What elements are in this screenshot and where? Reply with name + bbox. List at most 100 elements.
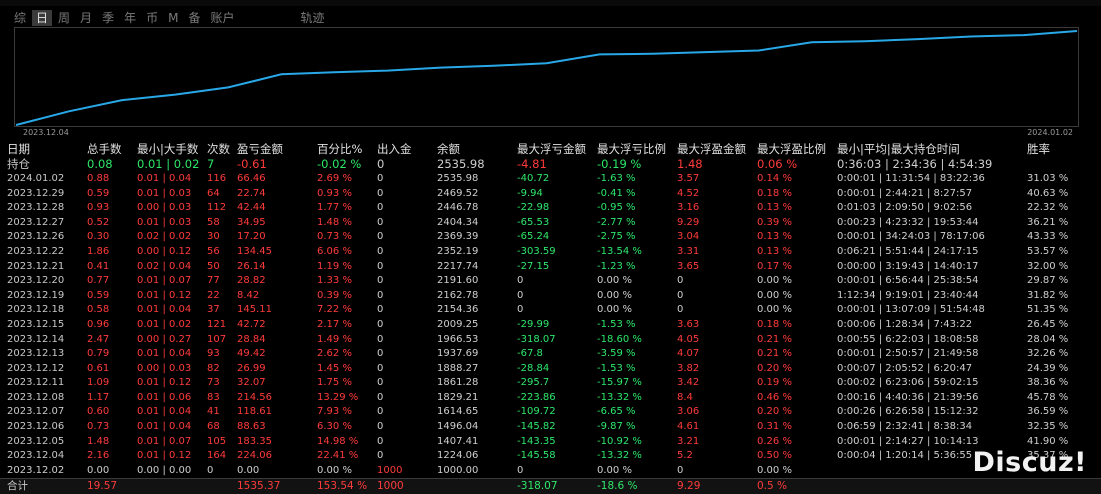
cell-flow: 0 — [377, 421, 384, 433]
cell-max_float_profit: 3.21 — [677, 435, 700, 447]
cell-minmax: 0.01 | 0.03 — [137, 187, 192, 199]
cell-max_float_profit: 5.2 — [677, 450, 693, 462]
cell-max_float_profit_pct: 0.14 % — [757, 172, 792, 184]
cell-max_float_profit: 4.52 — [677, 187, 700, 199]
cell-max_float_loss_pct: -6.65 % — [597, 406, 636, 418]
cell-flow: 0 — [377, 260, 384, 272]
cell-win_rate: 43.33 % — [1027, 231, 1069, 243]
cell-max_float_profit: 3.04 — [677, 231, 700, 243]
cell-pct: -0.02 % — [317, 157, 362, 172]
column-header-balance: 余额 — [437, 142, 460, 156]
cell-max_float_profit_pct: 0.06 % — [757, 157, 798, 172]
top-strip — [0, 0, 1101, 6]
cell-pnl: 8.42 — [237, 289, 260, 301]
cell-date: 2023.12.14 — [7, 333, 65, 345]
cell-max_float_loss: -65.24 — [517, 231, 550, 243]
cell-balance: 1224.06 — [437, 450, 479, 462]
tab-8[interactable]: 备 — [184, 10, 204, 26]
cell-balance: 1966.53 — [437, 333, 479, 345]
cell-lots: 0.58 — [87, 304, 110, 316]
cell-pnl: 28.82 — [237, 275, 266, 287]
cell-win_rate: 51.35 % — [1027, 304, 1069, 316]
tab-1[interactable]: 日 — [32, 10, 53, 26]
cell-hold_time: 0:00:00 | 3:19:43 | 14:40:17 — [837, 260, 979, 272]
cell-pnl: 118.61 — [237, 406, 272, 418]
cell-max_float_loss: -145.58 — [517, 450, 556, 462]
cell-count: 107 — [207, 333, 227, 345]
tab-0[interactable]: 综 — [10, 10, 30, 26]
cell-minmax: 0.02 | 0.04 — [137, 260, 192, 272]
cell-date: 2023.12.21 — [7, 260, 65, 272]
cell-max_float_loss_pct: 0.00 % — [597, 464, 632, 476]
cell-lots: 0.61 — [87, 362, 110, 374]
cell-max_float_profit_pct: 0.21 % — [757, 333, 792, 345]
cell-date: 2023.12.08 — [7, 391, 65, 403]
cell-minmax: 0.01 | 0.03 — [137, 216, 192, 228]
cell-max_float_loss: -143.35 — [517, 435, 556, 447]
cell-pnl: 183.35 — [237, 435, 272, 447]
table-row: 2023.12.15 0.96 0.01 | 0.02 121 42.72 2.17 % 0… — [0, 318, 1101, 333]
cell-minmax: 0.01 | 0.04 — [137, 348, 192, 360]
cell-pnl: 26.99 — [237, 362, 266, 374]
cell-max_float_profit: 3.63 — [677, 318, 700, 330]
cell-max_float_profit: 0 — [677, 289, 684, 301]
cell-hold_time: 0:00:04 | 1:20:14 | 5:36:55 — [837, 450, 973, 462]
table-row: 2023.12.07 0.60 0.01 | 0.04 41 118.61 7.93 % 0… — [0, 405, 1101, 420]
cell-pct: 7.22 % — [317, 304, 352, 316]
tab-2[interactable]: 周 — [54, 10, 74, 26]
column-header-flow: 出入金 — [377, 142, 412, 156]
cell-date: 持仓 — [7, 157, 30, 172]
cell-hold_time: 0:36:03 | 2:34:36 | 4:54:39 — [837, 157, 993, 172]
cell-flow: 0 — [377, 157, 385, 172]
table-row: 2023.12.06 0.73 0.01 | 0.04 68 88.63 6.30 % 0 1… — [0, 420, 1101, 435]
cell-count: 82 — [207, 362, 220, 374]
cell-date: 2023.12.20 — [7, 275, 65, 287]
cell-count: 50 — [207, 260, 220, 272]
cell-flow: 1000 — [377, 480, 404, 493]
tab-6[interactable]: 币 — [142, 10, 162, 26]
table-row: 2023.12.12 0.61 0.00 | 0.03 82 26.99 1.45 % 0 1… — [0, 362, 1101, 377]
cell-max_float_profit_pct: 0.00 % — [757, 304, 792, 316]
cell-pct: 1.19 % — [317, 260, 352, 272]
cell-minmax: 0.01 | 0.04 — [137, 172, 192, 184]
cell-max_float_loss: -318.07 — [517, 333, 556, 345]
cell-lots: 0.77 — [87, 275, 110, 287]
cell-max_float_loss: 0 — [517, 289, 524, 301]
cell-pct: 0.00 % — [317, 464, 352, 476]
x-axis-end-label: 2024.01.02 — [1027, 128, 1073, 137]
cell-pct: 2.69 % — [317, 172, 352, 184]
tab-5[interactable]: 年 — [120, 10, 140, 26]
cell-max_float_loss_pct: -13.54 % — [597, 245, 642, 257]
cell-win_rate: 40.63 % — [1027, 187, 1069, 199]
cell-minmax: 0.00 | 0.03 — [137, 202, 192, 214]
cell-balance: 1937.69 — [437, 348, 479, 360]
tab-3[interactable]: 月 — [76, 10, 96, 26]
cell-max_float_profit_pct: 0.13 % — [757, 202, 792, 214]
tab-trace[interactable]: 轨迹 — [297, 10, 329, 26]
cell-hold_time: 0:06:21 | 5:51:44 | 24:17:15 — [837, 245, 979, 257]
cell-max_float_profit: 4.05 — [677, 333, 700, 345]
cell-date: 2023.12.26 — [7, 231, 65, 243]
cell-date: 2023.12.04 — [7, 450, 65, 462]
cell-flow: 0 — [377, 318, 384, 330]
total-row: 合计 19.57 1535.37 153.54 % 1000 -318.07 -18.6 %… — [0, 478, 1101, 494]
cell-date: 2023.12.19 — [7, 289, 65, 301]
tab-9[interactable]: 账户 — [206, 10, 238, 26]
cell-lots: 1.17 — [87, 391, 110, 403]
cell-balance: 2369.39 — [437, 231, 479, 243]
cell-win_rate: 22.32 % — [1027, 202, 1069, 214]
cell-count: 68 — [207, 421, 220, 433]
cell-pnl: 214.56 — [237, 391, 272, 403]
cell-hold_time: 0:00:01 | 6:56:44 | 25:38:54 — [837, 275, 979, 287]
cell-max_float_loss_pct: 0.00 % — [597, 289, 632, 301]
cell-count: 83 — [207, 391, 220, 403]
cell-minmax: 0.01 | 0.12 — [137, 450, 192, 462]
cell-pct: 1.48 % — [317, 216, 352, 228]
tab-7[interactable]: M — [164, 10, 182, 26]
cell-flow: 0 — [377, 172, 384, 184]
cell-pnl: 26.14 — [237, 260, 266, 272]
cell-pnl: 1535.37 — [237, 480, 281, 493]
tab-4[interactable]: 季 — [98, 10, 118, 26]
cell-count: 58 — [207, 216, 220, 228]
cell-max_float_profit: 3.57 — [677, 172, 700, 184]
